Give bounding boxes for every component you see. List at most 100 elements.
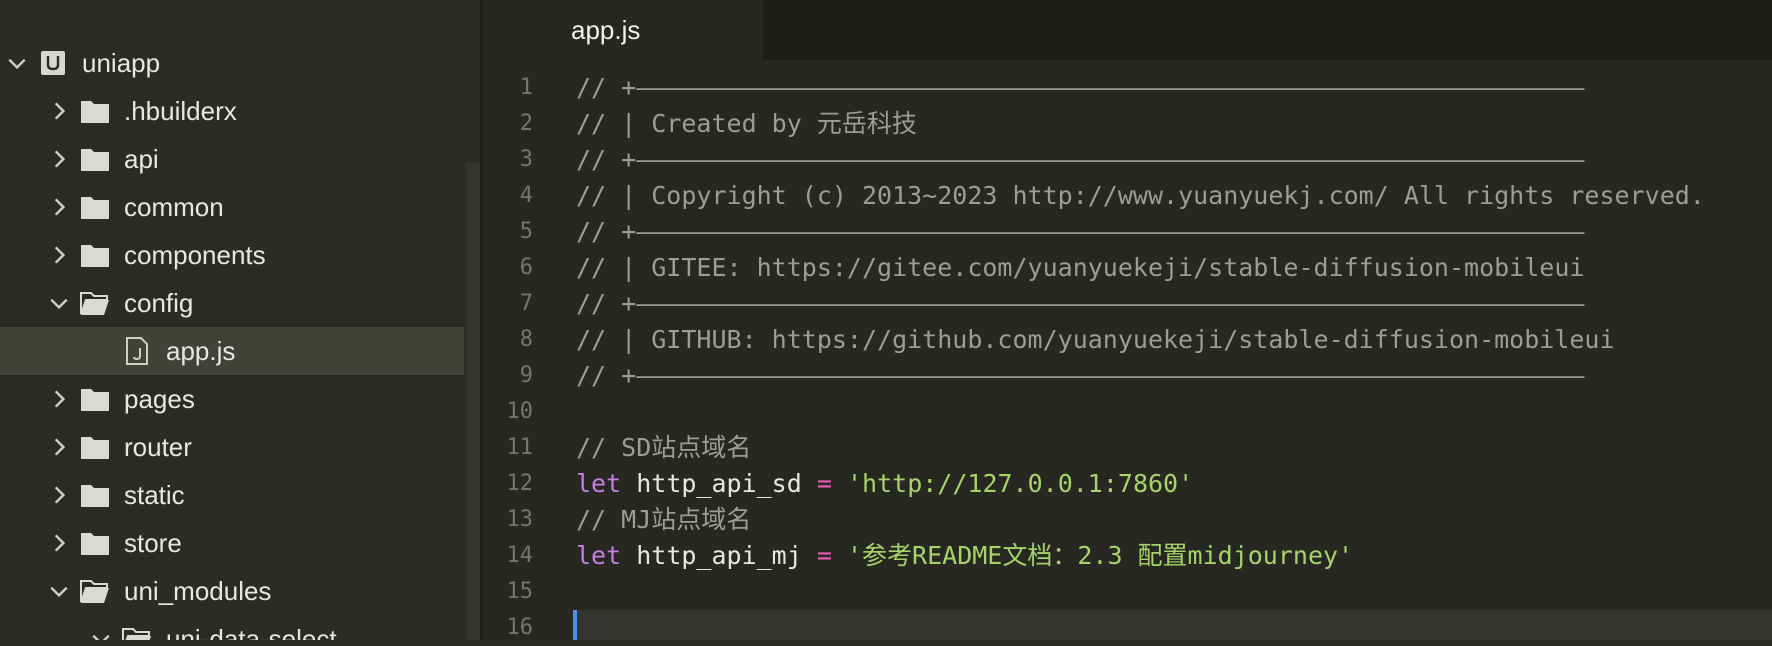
- tree-item-pages[interactable]: pages: [0, 375, 464, 423]
- chevron-right-icon[interactable]: [46, 482, 72, 508]
- code-line[interactable]: // | Copyright (c) 2013~2023 http://www.…: [576, 178, 1705, 214]
- code-line[interactable]: let http_api_mj = '参考README文档：2.3 配置midj…: [576, 538, 1353, 574]
- tree-item-store[interactable]: store: [0, 519, 464, 567]
- keyword-token: let: [576, 541, 622, 570]
- tree-item-label: uni-data-select: [166, 623, 337, 641]
- tree-item-label: common: [124, 191, 224, 222]
- line-number: 6: [519, 255, 533, 280]
- folder-icon: [80, 480, 110, 510]
- line-number: 9: [519, 363, 533, 388]
- file-explorer-sidebar: uniapp .hbuilderx api common components …: [0, 0, 480, 640]
- line-number: 2: [519, 111, 533, 136]
- comment-token: // MJ站点域名: [576, 505, 752, 534]
- line-number: 14: [506, 543, 534, 568]
- chevron-right-icon[interactable]: [46, 194, 72, 220]
- comment-token: // +————————————————————————————————————…: [576, 145, 1585, 174]
- tree-item-router[interactable]: router: [0, 423, 464, 471]
- tab-bar: app.js: [483, 0, 1772, 60]
- tree-item-label: .hbuilderx: [124, 95, 237, 126]
- line-number: 8: [519, 327, 533, 352]
- tree-item-config[interactable]: config: [0, 279, 464, 327]
- chevron-down-icon[interactable]: [4, 50, 30, 76]
- sidebar-scrollbar[interactable]: [466, 162, 480, 640]
- line-number: 7: [519, 291, 533, 316]
- tree-item-hbuilderx[interactable]: .hbuilderx: [0, 87, 464, 135]
- string-token: 'http://127.0.0.1:7860': [846, 469, 1194, 498]
- folder-open-icon: [80, 288, 110, 318]
- folder-icon: [80, 432, 110, 462]
- tree-item-label: components: [124, 239, 266, 270]
- code-line[interactable]: // | Created by 元岳科技: [576, 106, 917, 142]
- folder-icon: [80, 96, 110, 126]
- chevron-down-icon[interactable]: [46, 290, 72, 316]
- tree-item-label: router: [124, 431, 192, 462]
- chevron-right-icon[interactable]: [46, 530, 72, 556]
- operator-token: =: [816, 541, 832, 570]
- line-number: 13: [506, 507, 534, 532]
- comment-token: // | Copyright (c) 2013~2023 http://www.…: [576, 181, 1705, 210]
- tree-item-label: store: [124, 527, 182, 558]
- folder-open-icon: [80, 576, 110, 606]
- tree-item-uniapp[interactable]: uniapp: [0, 39, 464, 87]
- folder-icon: [80, 384, 110, 414]
- tab-label: app.js: [571, 15, 641, 45]
- comment-token: // | GITEE: https://gitee.com/yuanyuekej…: [576, 253, 1585, 282]
- chevron-right-icon[interactable]: [46, 146, 72, 172]
- comment-token: // SD站点域名: [576, 433, 752, 462]
- line-number: 15: [506, 579, 534, 604]
- code-line[interactable]: let http_api_sd = 'http://127.0.0.1:7860…: [576, 466, 1193, 502]
- comment-token: // +————————————————————————————————————…: [576, 73, 1585, 102]
- comment-token: // +————————————————————————————————————…: [576, 217, 1585, 246]
- code-line[interactable]: // +————————————————————————————————————…: [576, 214, 1584, 250]
- tab-app-js[interactable]: app.js: [483, 0, 763, 60]
- tree-item-label: api: [124, 143, 159, 174]
- tree-item-label: config: [124, 287, 194, 318]
- tree-item-common[interactable]: common: [0, 183, 464, 231]
- tree-item-app-js[interactable]: app.js: [0, 327, 464, 375]
- project-icon: [38, 48, 68, 78]
- line-number: 1: [519, 75, 533, 100]
- keyword-token: let: [576, 469, 622, 498]
- tree-item-uni-modules[interactable]: uni_modules: [0, 567, 464, 615]
- chevron-right-icon[interactable]: [46, 434, 72, 460]
- tree-item-static[interactable]: static: [0, 471, 464, 519]
- tree-item-uni-data-select[interactable]: uni-data-select: [0, 615, 464, 640]
- code-line[interactable]: // +————————————————————————————————————…: [576, 70, 1584, 106]
- tree-item-components[interactable]: components: [0, 231, 464, 279]
- current-line-highlight: [573, 610, 1772, 640]
- identifier-token: http_api_sd: [636, 469, 802, 498]
- identifier-token: http_api_mj: [636, 541, 802, 570]
- folder-open-icon: [122, 624, 152, 640]
- code-line[interactable]: // SD站点域名: [576, 430, 751, 466]
- tree-item-api[interactable]: api: [0, 135, 464, 183]
- code-line[interactable]: // | GITEE: https://gitee.com/yuanyuekej…: [576, 250, 1584, 286]
- code-line[interactable]: // +————————————————————————————————————…: [576, 142, 1584, 178]
- tree-item-label: uniapp: [82, 47, 161, 78]
- line-number: 10: [506, 399, 534, 424]
- chevron-right-icon[interactable]: [46, 386, 72, 412]
- chevron-right-icon[interactable]: [46, 98, 72, 124]
- js-file-icon: [122, 336, 152, 366]
- code-line[interactable]: // +————————————————————————————————————…: [576, 286, 1584, 322]
- tree-item-label: static: [124, 479, 185, 510]
- code-line[interactable]: // +————————————————————————————————————…: [576, 358, 1584, 394]
- code-editor[interactable]: app.js 1 2 3 4 5 6 7 8 9 10 11 12 13 14 15 16 // +—————…: [483, 0, 1772, 640]
- comment-token: // +————————————————————————————————————…: [576, 289, 1585, 318]
- chevron-down-icon[interactable]: [46, 578, 72, 604]
- folder-icon: [80, 240, 110, 270]
- operator-token: =: [816, 469, 832, 498]
- line-number: 3: [519, 147, 533, 172]
- folder-icon: [80, 144, 110, 174]
- tree-item-label: pages: [124, 383, 195, 414]
- chevron-right-icon[interactable]: [46, 242, 72, 268]
- code-line[interactable]: // | GITHUB: https://github.com/yuanyuek…: [576, 322, 1615, 358]
- comment-token: // | Created by 元岳科技: [576, 109, 917, 138]
- code-line[interactable]: // MJ站点域名: [576, 502, 751, 538]
- line-number: 11: [506, 435, 534, 460]
- line-number: 12: [506, 471, 534, 496]
- line-number: 16: [506, 615, 534, 640]
- chevron-down-icon[interactable]: [88, 626, 114, 640]
- string-token: '参考README文档：2.3 配置midjourney': [846, 541, 1354, 570]
- line-number: 5: [519, 219, 533, 244]
- folder-icon: [80, 528, 110, 558]
